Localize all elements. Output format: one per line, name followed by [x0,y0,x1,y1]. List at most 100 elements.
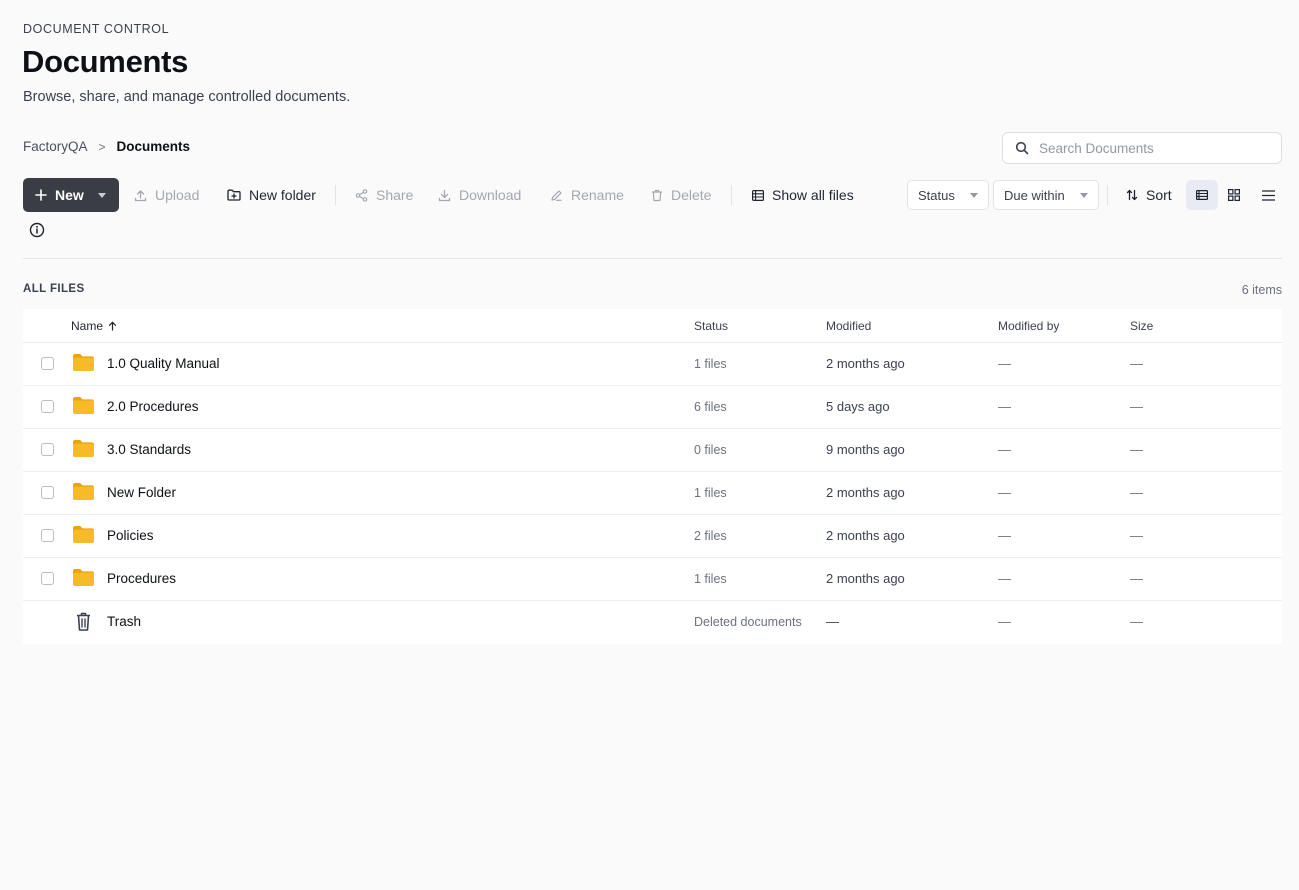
item-count: 6 items [1241,283,1282,297]
row-name[interactable]: 1.0 Quality Manual [107,356,220,371]
folder-icon [72,482,95,506]
row-modified-by: — [998,399,1011,414]
show-all-files-button[interactable]: Show all files [752,178,854,212]
row-modified: 2 months ago [826,571,905,586]
download-label: Download [459,187,522,203]
toolbar-divider [731,185,732,205]
row-name[interactable]: New Folder [107,485,176,500]
table-row[interactable]: 3.0 Standards 0 files 9 months ago — — [23,429,1282,472]
list-view-button[interactable] [1186,180,1218,210]
upload-label: Upload [155,187,200,203]
new-button[interactable]: New [23,178,119,212]
search-input[interactable] [1039,140,1259,156]
row-status: 1 files [694,486,727,500]
grid-view-icon [1228,189,1240,201]
status-filter-label: Status [918,187,955,203]
row-modified-by: — [998,528,1011,543]
table-row[interactable]: Procedures 1 files 2 months ago — — [23,558,1282,601]
row-status: 1 files [694,357,727,371]
row-checkbox[interactable] [41,357,54,370]
row-name[interactable]: Policies [107,528,154,543]
row-name[interactable]: 2.0 Procedures [107,399,199,414]
row-name[interactable]: Procedures [107,571,176,586]
table-header: Name Status Modified Modified by Size [23,309,1282,343]
row-name[interactable]: 3.0 Standards [107,442,191,457]
row-modified-by: — [998,614,1011,629]
row-checkbox[interactable] [41,400,54,413]
table-row[interactable]: 2.0 Procedures 6 files 5 days ago — — [23,386,1282,429]
upload-button[interactable]: Upload [134,178,199,212]
column-header-modified[interactable]: Modified [826,319,871,333]
trash-row[interactable]: Trash Deleted documents — — — [23,601,1282,644]
folder-icon [72,568,95,592]
folder-icon [72,353,95,377]
row-modified: 2 months ago [826,528,905,543]
show-all-files-label: Show all files [772,187,854,203]
grid-view-button[interactable] [1218,180,1250,210]
plus-icon [35,189,47,201]
section-eyebrow: DOCUMENT CONTROL [23,22,170,36]
all-files-label: ALL FILES [23,283,85,295]
row-checkbox[interactable] [41,443,54,456]
row-checkbox[interactable] [41,529,54,542]
row-size: — [1130,442,1143,457]
breadcrumb-separator: > [98,139,106,154]
trash-bin-icon [72,611,95,637]
rename-label: Rename [571,187,624,203]
delete-button[interactable]: Delete [651,178,711,212]
share-label: Share [376,187,414,203]
column-header-modified-by[interactable]: Modified by [998,319,1059,333]
page-subtitle: Browse, share, and manage controlled doc… [23,89,351,105]
page-title: Documents [22,44,189,79]
download-icon [438,189,451,201]
row-status: 1 files [694,572,727,586]
documents-page: DOCUMENT CONTROL Documents Browse, share… [0,0,1299,890]
row-size: — [1130,528,1143,543]
row-status: Deleted documents [694,615,802,629]
table-body: 1.0 Quality Manual 1 files 2 months ago — — 2… [23,343,1282,644]
share-button[interactable]: Share [355,178,413,212]
status-filter-dropdown[interactable]: Status [907,180,989,210]
info-icon[interactable] [29,222,45,238]
column-header-status[interactable]: Status [694,319,728,333]
row-name[interactable]: Trash [107,614,141,629]
row-status: 2 files [694,529,727,543]
due-within-filter-dropdown[interactable]: Due within [993,180,1099,210]
folder-icon [72,396,95,420]
menu-button[interactable] [1252,180,1284,210]
download-button[interactable]: Download [438,178,521,212]
table-row[interactable]: 1.0 Quality Manual 1 files 2 months ago — — [23,343,1282,386]
row-size: — [1130,614,1143,629]
table-row[interactable]: New Folder 1 files 2 months ago — — [23,472,1282,515]
new-button-label: New [55,187,84,203]
row-modified: 9 months ago [826,442,905,457]
row-size: — [1130,485,1143,500]
row-modified-by: — [998,485,1011,500]
breadcrumb: FactoryQA > Documents [23,139,190,154]
column-header-size[interactable]: Size [1130,319,1153,333]
row-status: 6 files [694,400,727,414]
row-modified: 5 days ago [826,399,890,414]
list-table-icon [752,189,764,201]
breadcrumb-root-link[interactable]: FactoryQA [23,139,88,154]
chevron-down-icon [1080,192,1088,198]
list-view-icon [1196,190,1208,200]
row-modified-by: — [998,571,1011,586]
row-checkbox[interactable] [41,572,54,585]
row-size: — [1130,571,1143,586]
row-checkbox[interactable] [41,486,54,499]
new-folder-button[interactable]: New folder [227,178,316,212]
column-header-name[interactable]: Name [71,319,117,333]
breadcrumb-current: Documents [116,139,191,154]
menu-lines-icon [1261,189,1275,201]
trash-icon [652,189,662,201]
row-modified: — [826,614,839,629]
share-icon [355,188,368,202]
rename-button[interactable]: Rename [550,178,624,212]
search-box[interactable] [1002,132,1282,164]
folder-icon [72,439,95,463]
sort-button[interactable]: Sort [1126,178,1172,212]
toolbar: New Upload New folder Share Download Ren… [23,178,1282,212]
arrow-up-icon [108,321,117,331]
table-row[interactable]: Policies 2 files 2 months ago — — [23,515,1282,558]
